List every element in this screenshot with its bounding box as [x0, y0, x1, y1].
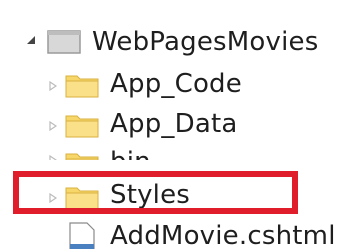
folder-icon	[65, 150, 99, 160]
project-icon	[47, 30, 81, 54]
tree-row-clipped: bin	[0, 138, 342, 160]
expand-arrow-icon[interactable]	[47, 154, 59, 160]
tree-item-label[interactable]: App_Code	[110, 69, 242, 99]
collapse-arrow-icon[interactable]	[25, 34, 37, 46]
tree-item-label[interactable]: AddMovie.cshtml	[110, 221, 336, 249]
folder-icon	[65, 72, 99, 98]
folder-icon	[65, 112, 99, 138]
tree-root-label[interactable]: WebPagesMovies	[92, 27, 318, 57]
tree-item-label[interactable]: App_Data	[110, 109, 237, 139]
expand-arrow-icon[interactable]	[47, 120, 59, 132]
highlight-box	[13, 171, 298, 214]
tree-item-label[interactable]: bin	[110, 147, 151, 160]
expand-arrow-icon[interactable]	[47, 80, 59, 92]
file-icon	[69, 222, 95, 249]
